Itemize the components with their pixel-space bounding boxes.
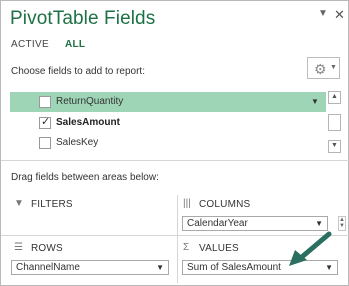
scroll-thumb[interactable] xyxy=(328,114,341,131)
columns-icon: ||| xyxy=(183,198,191,209)
values-area-label: VALUES xyxy=(199,243,239,254)
rows-area-label: ROWS xyxy=(31,243,63,254)
scroll-up-icon: ▲ xyxy=(331,93,338,100)
rows-field-channelname[interactable]: ChannelName ▼ xyxy=(11,260,169,275)
tab-active[interactable]: ACTIVE xyxy=(11,39,49,50)
gear-icon: ⚙ xyxy=(314,61,327,77)
chip-label: CalendarYear xyxy=(187,218,248,229)
rows-icon: ☰ xyxy=(14,242,23,253)
field-label: SalesAmount xyxy=(56,117,120,128)
field-row-saleskey[interactable]: SalesKey xyxy=(10,133,326,153)
scroll-down-button[interactable]: ▼ xyxy=(328,140,341,153)
columns-scrollbar[interactable]: ▲ ▼ xyxy=(338,216,346,231)
field-checkbox[interactable] xyxy=(39,96,51,108)
columns-area-label: COLUMNS xyxy=(199,199,251,210)
chip-label: ChannelName xyxy=(16,262,80,273)
field-label: ReturnQuantity xyxy=(56,96,124,107)
scroll-down-icon: ▼ xyxy=(331,142,338,149)
field-dropdown-icon[interactable]: ▼ xyxy=(311,97,319,106)
sigma-icon: Σ xyxy=(183,242,190,253)
filters-area-label: FILTERS xyxy=(31,199,73,210)
check-icon: ✓ xyxy=(41,116,51,128)
chevron-down-icon[interactable]: ▼ xyxy=(156,263,164,272)
task-pane-options-icon[interactable]: ▼ xyxy=(318,8,328,19)
field-checkbox[interactable]: ✓ xyxy=(39,116,51,129)
field-settings-button[interactable]: ⚙ ▼ xyxy=(307,57,340,79)
chevron-down-icon: ▼ xyxy=(330,64,337,71)
section-divider xyxy=(1,160,349,161)
pane-title: PivotTable Fields xyxy=(10,8,156,29)
close-icon[interactable]: ✕ xyxy=(334,7,345,23)
area-vertical-divider xyxy=(177,195,178,283)
filter-icon: ▼ xyxy=(14,198,24,209)
callout-arrow-icon xyxy=(289,231,332,266)
pivottable-fields-pane: PivotTable Fields ▼ ✕ ACTIVE ALL Choose … xyxy=(0,0,349,286)
chip-label: Sum of SalesAmount xyxy=(187,262,281,273)
tab-all[interactable]: ALL xyxy=(65,39,85,50)
drag-fields-label: Drag fields between areas below: xyxy=(11,172,159,183)
field-row-returnquantity[interactable]: ReturnQuantity ▼ xyxy=(10,92,326,112)
chevron-down-icon[interactable]: ▼ xyxy=(315,219,323,228)
field-list-scrollbar[interactable]: ▲ ▼ xyxy=(328,91,341,155)
field-list: ReturnQuantity ▼ ✓ SalesAmount SalesKey xyxy=(10,91,341,155)
field-checkbox[interactable] xyxy=(39,137,51,149)
field-label: SalesKey xyxy=(56,137,99,148)
scroll-up-button[interactable]: ▲ xyxy=(328,91,341,104)
field-row-salesamount[interactable]: ✓ SalesAmount xyxy=(10,113,326,133)
choose-fields-label: Choose fields to add to report: xyxy=(11,66,145,77)
